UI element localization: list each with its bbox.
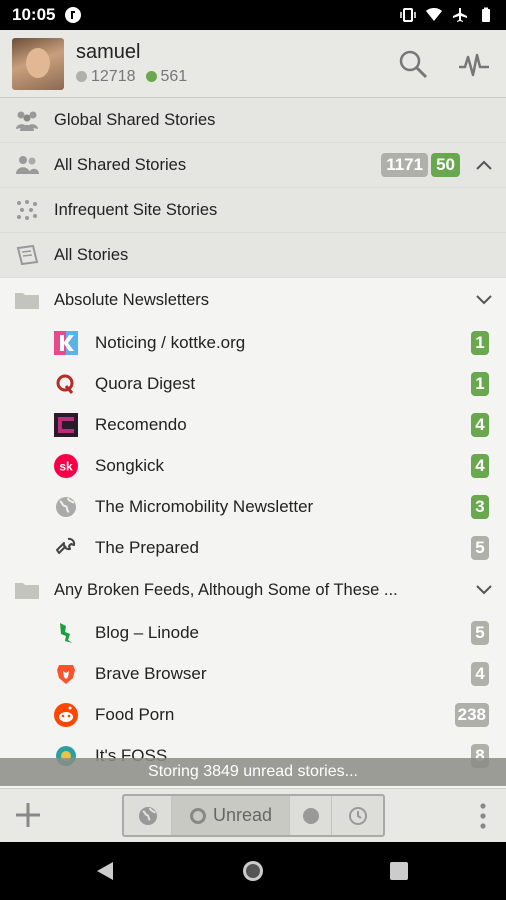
clock-icon (348, 806, 367, 825)
folder-absolute-newsletters[interactable]: Absolute Newsletters (0, 278, 506, 322)
battery-icon (482, 7, 490, 22)
feed-label: The Prepared (95, 537, 199, 557)
quora-icon (54, 372, 78, 396)
feed-label: Brave Browser (95, 663, 207, 683)
feed-row[interactable]: Noticing / kottke.org 1 (0, 322, 506, 363)
unread-count-badge: 4 (471, 412, 489, 437)
overflow-menu-icon[interactable] (480, 803, 486, 829)
folder-label: Absolute Newsletters (54, 290, 209, 309)
kottke-icon (54, 330, 78, 355)
row-label: All Stories (54, 245, 129, 264)
row-label: Infrequent Site Stories (54, 200, 218, 219)
neutral-count-badge: 1171 (381, 153, 429, 177)
feed-row[interactable]: Food Porn 238 (0, 694, 506, 735)
unread-count-badge: 1 (471, 330, 489, 355)
recents-button[interactable] (390, 862, 408, 880)
airplane-icon (453, 8, 467, 22)
folder-icon (15, 583, 39, 599)
feed-row[interactable]: The Micromobility Newsletter 3 (0, 486, 506, 527)
positive-dot-icon (145, 71, 157, 82)
bottom-toolbar: Unread (0, 788, 506, 842)
brave-icon (54, 662, 78, 686)
app-notification-icon (65, 7, 82, 23)
folder-any-broken-feeds[interactable]: Any Broken Feeds, Although Some of These… (0, 568, 506, 612)
android-nav-bar (0, 842, 506, 900)
feed-row[interactable]: Quora Digest 1 (0, 363, 506, 404)
filter-focus-button[interactable] (290, 796, 332, 835)
unread-count-badge: 4 (471, 453, 489, 478)
neutral-dot-icon (76, 71, 87, 82)
feed-label: Quora Digest (95, 373, 196, 393)
linode-icon (54, 621, 78, 645)
global-shared-icon (16, 111, 38, 131)
filter-segmented-control: Unread (122, 794, 385, 837)
feed-label: Songkick (95, 455, 164, 475)
filter-unread-button[interactable]: Unread (172, 796, 290, 835)
feed-label: Recomendo (95, 414, 187, 434)
activity-icon[interactable] (458, 49, 490, 79)
feed-row[interactable]: The Prepared 5 (0, 527, 506, 568)
status-time: 10:05 (12, 5, 56, 24)
feed-row[interactable]: sk Songkick 4 (0, 445, 506, 486)
feed-label: Blog – Linode (95, 622, 199, 642)
feed-row[interactable]: Brave Browser 4 (0, 653, 506, 694)
chevron-up-icon[interactable] (476, 160, 492, 170)
chevron-down-icon[interactable] (476, 295, 492, 305)
globe-icon (54, 495, 78, 519)
row-infrequent-site-stories[interactable]: Infrequent Site Stories (0, 188, 506, 233)
globe-icon (138, 806, 157, 825)
songkick-icon: sk (54, 453, 78, 478)
folder-icon (15, 293, 39, 309)
unread-count-badge: 5 (471, 535, 489, 560)
unread-count-badge: 5 (471, 620, 489, 645)
feed-label: Noticing / kottke.org (95, 332, 246, 352)
feed-row[interactable]: Blog – Linode 5 (0, 612, 506, 653)
row-all-shared-stories[interactable]: All Shared Stories 1171 50 (0, 143, 506, 188)
wrench-icon (54, 536, 78, 560)
status-bar: 10:05 (0, 0, 506, 30)
back-button[interactable] (95, 861, 115, 881)
feed-row[interactable]: Recomendo 4 (0, 404, 506, 445)
positive-count: 561 (145, 68, 187, 86)
all-stories-icon (16, 244, 39, 266)
row-label: All Shared Stories (54, 155, 187, 174)
filter-saved-button[interactable] (332, 796, 383, 835)
folder-label: Any Broken Feeds, Although Some of These… (54, 580, 398, 599)
row-label: Global Shared Stories (54, 110, 216, 129)
unread-count-badge: 1 (471, 371, 489, 396)
add-feed-button[interactable] (14, 801, 42, 829)
app-header: samuel 12718 561 (0, 30, 506, 98)
home-button[interactable] (242, 860, 264, 882)
unread-count-badge: 238 (454, 702, 489, 727)
svg-text:sk: sk (59, 459, 73, 473)
feed-label: Food Porn (95, 704, 175, 724)
unread-count-badge: 4 (471, 661, 489, 686)
all-shared-icon (16, 156, 39, 174)
feed-label: The Micromobility Newsletter (95, 496, 314, 516)
recomendo-icon (54, 412, 78, 437)
focus-dot-icon (302, 807, 319, 824)
unread-dot-icon (189, 807, 206, 824)
chevron-down-icon[interactable] (476, 585, 492, 595)
infrequent-icon (17, 200, 37, 220)
feed-list: Global Shared Stories All Shared Stories… (0, 98, 506, 788)
reddit-icon (54, 702, 78, 727)
filter-all-button[interactable] (124, 796, 172, 835)
wifi-icon (426, 8, 442, 21)
search-icon[interactable] (398, 49, 428, 79)
avatar[interactable] (12, 37, 64, 90)
unread-count-badge: 3 (471, 494, 489, 519)
vibrate-icon (400, 8, 416, 22)
unread-label: Unread (212, 805, 273, 825)
row-all-stories[interactable]: All Stories (0, 233, 506, 278)
username: samuel (76, 41, 141, 63)
storing-progress-banner: Storing 3849 unread stories... (0, 758, 506, 786)
positive-count-badge: 50 (431, 153, 460, 177)
row-global-shared-stories[interactable]: Global Shared Stories (0, 98, 506, 143)
neutral-count: 12718 (76, 68, 136, 86)
